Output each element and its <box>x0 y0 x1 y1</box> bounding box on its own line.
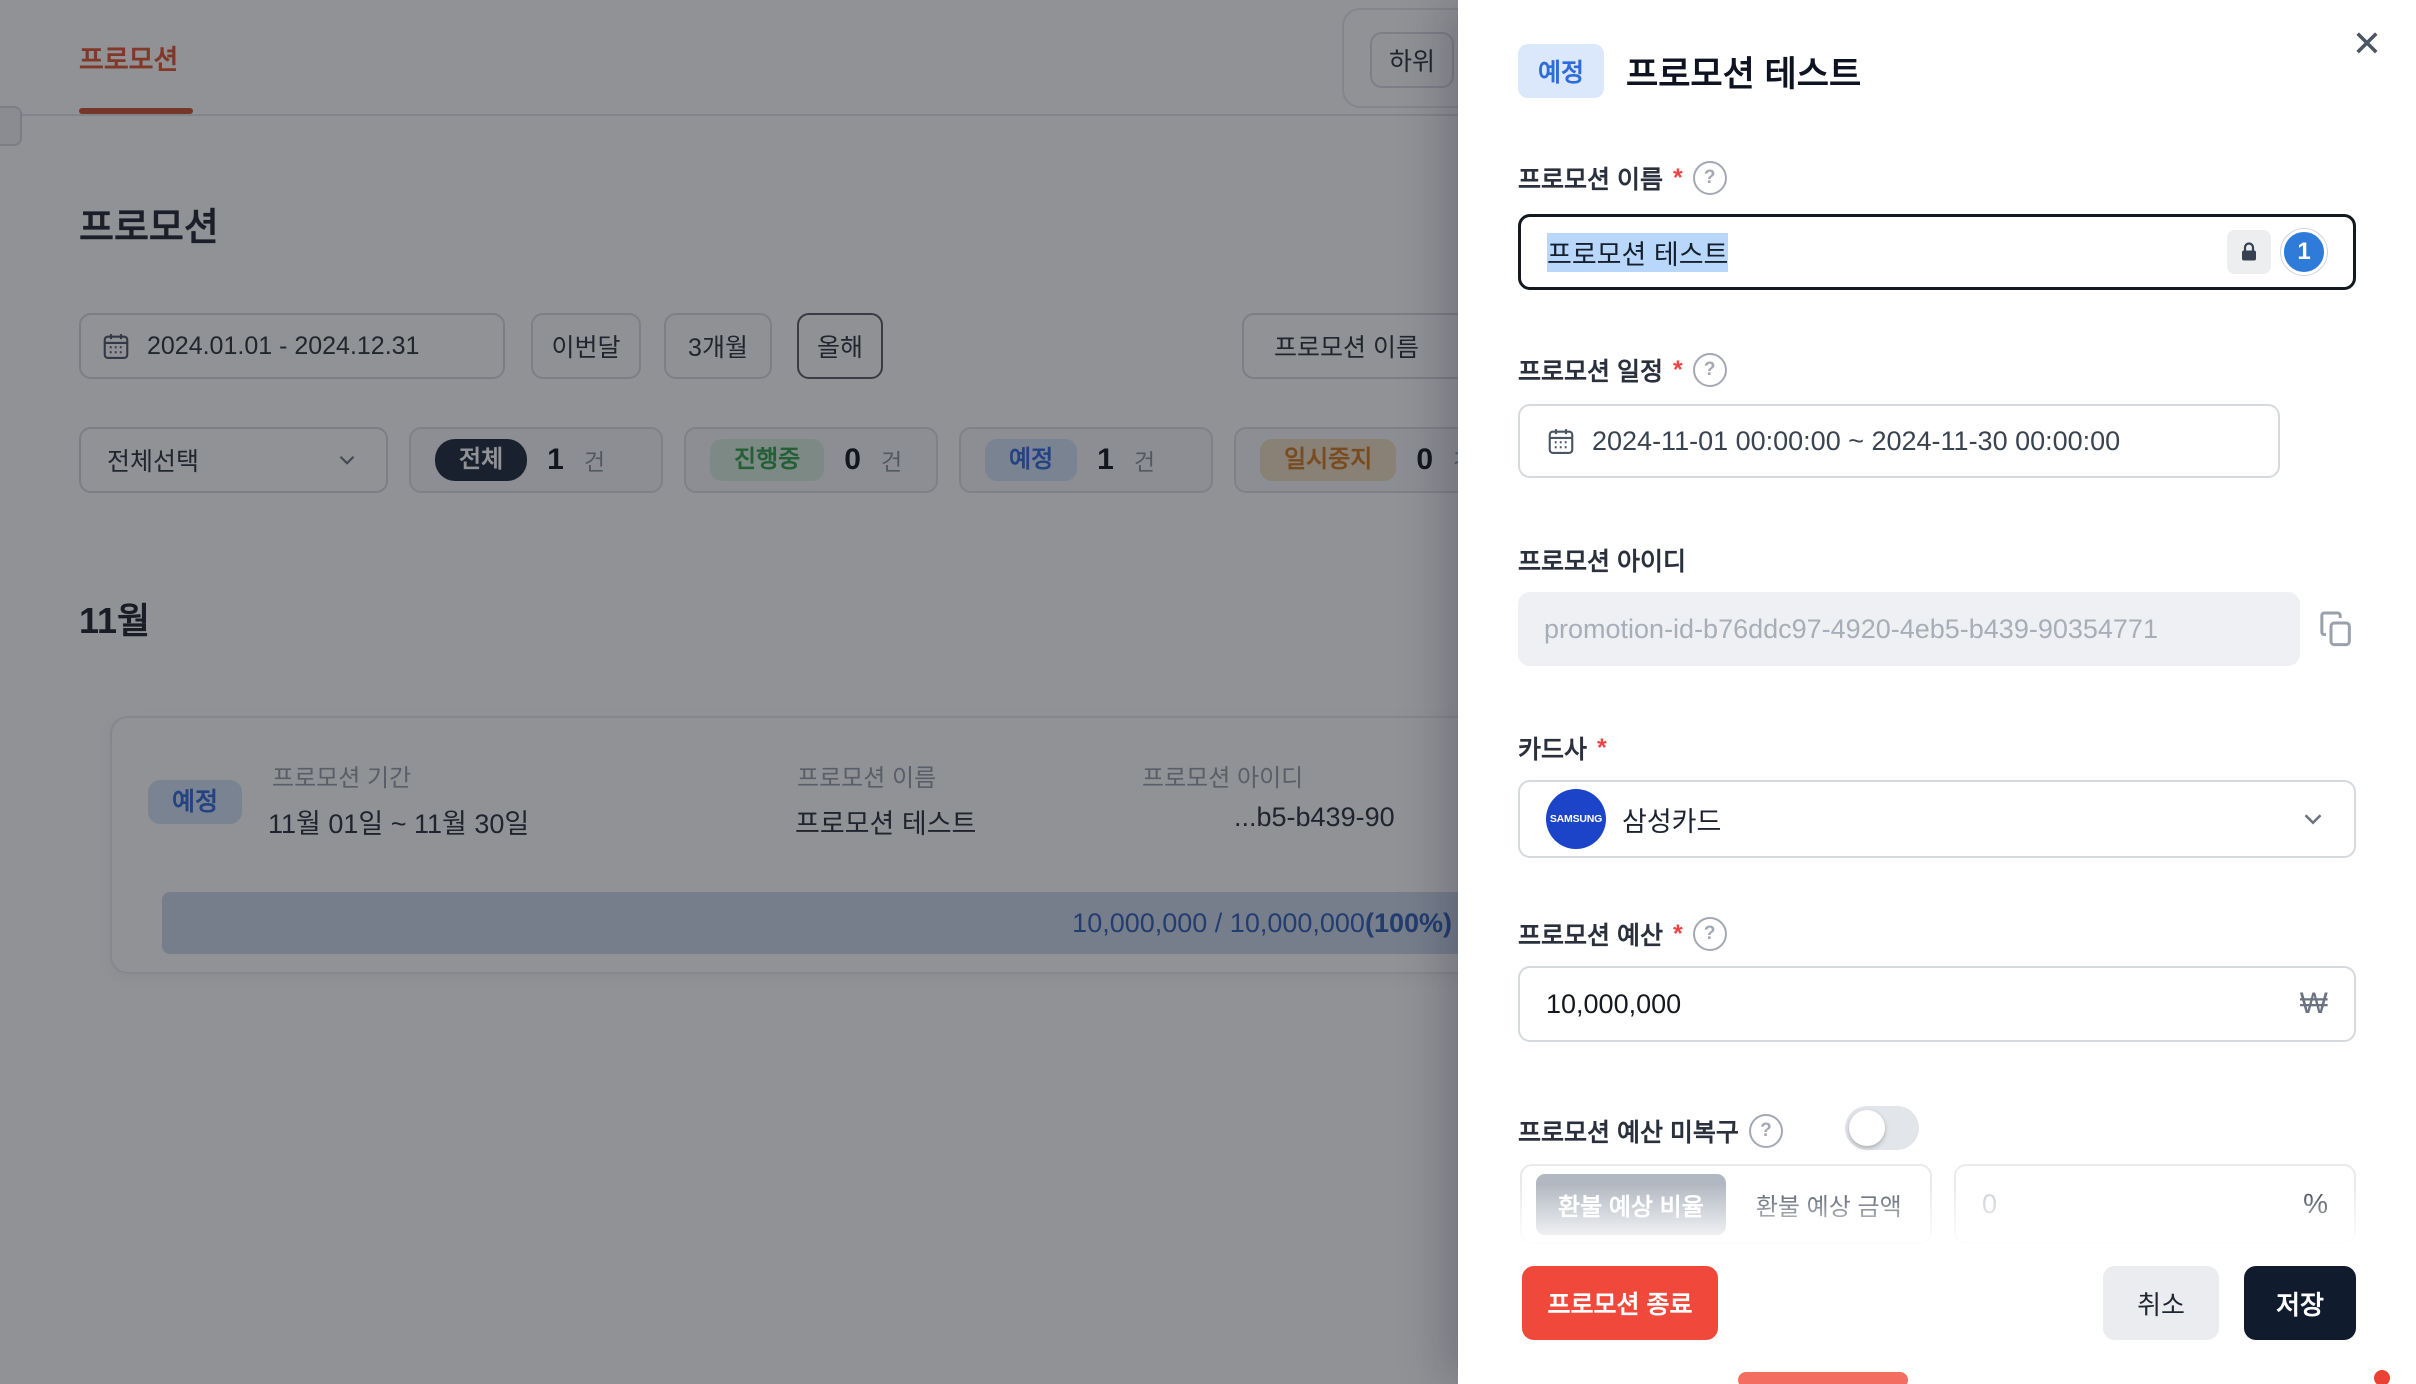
password-manager-icon[interactable]: 1 <box>2281 229 2327 275</box>
promo-id-input: promotion-id-b76ddc97-4920-4eb5-b439-903… <box>1518 592 2300 666</box>
screen: 프로모션 하위 프로모션 2024.01.01 - 2024.12.31 이번달… <box>0 0 2416 1384</box>
won-currency-icon: ₩ <box>2300 987 2328 1021</box>
promo-id-value: promotion-id-b76ddc97-4920-4eb5-b439-903… <box>1544 614 2158 645</box>
required-asterisk: * <box>1597 734 1607 763</box>
samsung-logo: SAMSUNG <box>1546 789 1606 849</box>
schedule-value: 2024-11-01 00:00:00 ~ 2024-11-30 00:00:0… <box>1592 426 2120 457</box>
name-input[interactable]: 프로모션 테스트 1 <box>1518 214 2356 290</box>
toggle-knob <box>1849 1110 1885 1146</box>
drawer-footer: 프로모션 종료 취소 저장 <box>1458 1248 2416 1384</box>
card-company-value: 삼성카드 <box>1622 800 1721 839</box>
help-icon[interactable]: ? <box>1693 161 1727 195</box>
end-promotion-button[interactable]: 프로모션 종료 <box>1522 1266 1718 1340</box>
label-text: 카드사 <box>1518 730 1587 766</box>
drawer-title: 프로모션 테스트 <box>1626 46 1861 97</box>
help-icon[interactable]: ? <box>1749 1114 1783 1148</box>
promotion-detail-drawer: ✕ 예정 프로모션 테스트 프로모션 이름 * ? 프로모션 테스트 1 프로모… <box>1458 0 2416 1384</box>
budget-input[interactable]: 10,000,000 ₩ <box>1518 966 2356 1042</box>
notification-dot <box>2374 1370 2390 1384</box>
scrolled-content-peek <box>1738 1372 1908 1384</box>
label-text: 프로모션 일정 <box>1518 352 1663 388</box>
drawer-header: 예정 프로모션 테스트 <box>1518 44 1861 98</box>
promo-id-field-label: 프로모션 아이디 <box>1518 542 1686 578</box>
schedule-input[interactable]: 2024-11-01 00:00:00 ~ 2024-11-30 00:00:0… <box>1518 404 2280 478</box>
required-asterisk: * <box>1673 164 1683 193</box>
schedule-field-label: 프로모션 일정 * ? <box>1518 352 1727 388</box>
card-company-field-label: 카드사 * <box>1518 730 1607 766</box>
help-icon[interactable]: ? <box>1693 917 1727 951</box>
budget-field-label: 프로모션 예산 * ? <box>1518 916 1727 952</box>
footer-fade <box>1458 1184 2416 1248</box>
save-button[interactable]: 저장 <box>2244 1266 2356 1340</box>
lock-icon[interactable] <box>2227 230 2271 274</box>
help-icon[interactable]: ? <box>1693 353 1727 387</box>
label-text: 프로모션 아이디 <box>1518 542 1686 578</box>
card-company-select[interactable]: SAMSUNG 삼성카드 <box>1518 780 2356 858</box>
label-text: 프로모션 이름 <box>1518 160 1663 196</box>
cancel-button[interactable]: 취소 <box>2103 1266 2219 1340</box>
chevron-down-icon <box>2298 804 2328 834</box>
name-field-label: 프로모션 이름 * ? <box>1518 160 1727 196</box>
drawer-status-badge: 예정 <box>1518 44 1604 98</box>
no-restore-field-label: 프로모션 예산 미복구 ? <box>1518 1113 1783 1149</box>
name-input-value: 프로모션 테스트 <box>1547 233 1728 272</box>
required-asterisk: * <box>1673 356 1683 385</box>
close-icon[interactable]: ✕ <box>2352 26 2382 62</box>
calendar-icon <box>1546 426 1576 456</box>
no-restore-toggle[interactable] <box>1845 1106 1919 1150</box>
label-text: 프로모션 예산 미복구 <box>1518 1113 1739 1149</box>
budget-value: 10,000,000 <box>1546 989 1681 1020</box>
label-text: 프로모션 예산 <box>1518 916 1663 952</box>
required-asterisk: * <box>1673 920 1683 949</box>
copy-icon[interactable] <box>2316 608 2356 648</box>
